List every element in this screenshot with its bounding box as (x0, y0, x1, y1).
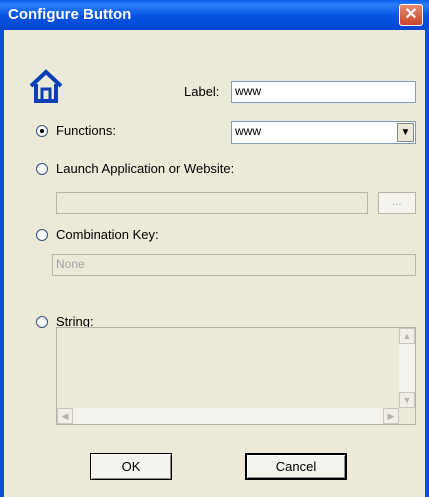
window-frame-left (0, 30, 4, 497)
window-title: Configure Button (8, 6, 132, 23)
combination-label: Combination Key: (56, 227, 159, 242)
scroll-down-icon[interactable]: ▼ (399, 392, 415, 408)
functions-select[interactable]: www ▼ (231, 121, 416, 144)
combination-input-value: None (56, 257, 85, 271)
cancel-label: Cancel (275, 459, 317, 474)
launch-input[interactable] (56, 192, 368, 214)
label-input[interactable]: www (231, 81, 416, 103)
string-textarea[interactable]: ▲ ▼ ◀ ▶ (56, 327, 416, 425)
launch-label: Launch Application or Website: (56, 161, 235, 176)
ok-button[interactable]: OK (90, 453, 172, 480)
window-frame-right (425, 30, 429, 497)
browse-button[interactable]: ... (378, 192, 416, 214)
launch-radio[interactable] (36, 163, 48, 175)
functions-radio-dot (40, 129, 44, 133)
cancel-button[interactable]: Cancel (245, 453, 347, 480)
functions-radio[interactable] (36, 125, 48, 137)
home-icon (29, 69, 63, 103)
scroll-left-icon[interactable]: ◀ (57, 408, 73, 424)
combination-input[interactable]: None (52, 254, 416, 276)
vertical-scrollbar[interactable]: ▲ ▼ (399, 328, 415, 408)
label-caption: Label: (184, 84, 220, 99)
browse-label: ... (392, 196, 402, 208)
scroll-up-icon[interactable]: ▲ (399, 328, 415, 344)
scroll-right-icon[interactable]: ▶ (383, 408, 399, 424)
title-bar: Configure Button ✕ (0, 0, 429, 30)
functions-select-value: www (235, 124, 261, 138)
close-button[interactable]: ✕ (399, 4, 423, 26)
string-radio[interactable] (36, 316, 48, 328)
chevron-down-icon[interactable]: ▼ (397, 123, 414, 142)
functions-label: Functions: (56, 123, 116, 138)
label-input-value: www (235, 84, 261, 98)
horizontal-scrollbar[interactable]: ◀ ▶ (57, 408, 399, 424)
ok-label: OK (121, 459, 141, 474)
combination-radio[interactable] (36, 229, 48, 241)
close-icon: ✕ (404, 6, 418, 23)
